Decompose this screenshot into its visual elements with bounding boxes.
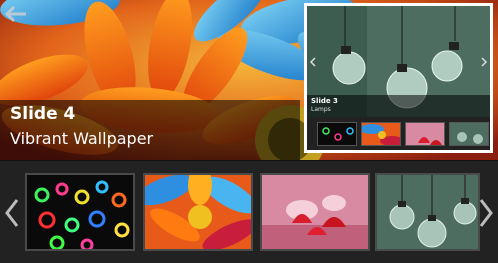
slide-caption: Slide 4 Vibrant Wallpaper: [0, 100, 300, 160]
thumbnail-neon-rings[interactable]: [25, 173, 135, 251]
inset-lamps-thumb-image: [457, 132, 483, 144]
thumbnail-colorful-flower[interactable]: [143, 173, 253, 251]
inset-thumb-neon[interactable]: [317, 122, 357, 146]
chevron-right-icon[interactable]: [476, 196, 496, 230]
neon-rings-image: [27, 175, 133, 249]
inset-title: Slide 3: [311, 97, 338, 105]
back-arrow-icon[interactable]: [4, 4, 30, 24]
colorful-flower-image: [145, 175, 251, 249]
chevron-left-icon[interactable]: [2, 196, 22, 230]
thumbnail-strawberry-splash[interactable]: [260, 173, 370, 251]
lamps-image: [377, 175, 478, 249]
strawberry-splash-image: [262, 175, 368, 249]
inset-subtitle: Lamps: [311, 106, 331, 113]
thumbnail-lamps[interactable]: [375, 173, 480, 251]
inset-neon-image: [322, 127, 354, 141]
inset-strawberry-image: [418, 137, 442, 145]
inset-flower-image: [362, 124, 400, 145]
slide-subtitle: Vibrant Wallpaper: [10, 129, 154, 148]
inset-preview: Slide 3 Lamps: [304, 3, 493, 153]
inset-thumb-lamps[interactable]: [449, 122, 489, 146]
inset-caption: Slide 3 Lamps: [307, 95, 490, 117]
inset-slide: Slide 3 Lamps: [307, 6, 490, 150]
thumbnail-strip: [0, 160, 498, 263]
slide-title: Slide 4: [10, 104, 76, 124]
inset-thumb-strawberry[interactable]: [405, 122, 445, 146]
slideshow: Slide 4 Vibrant Wallpaper Slide 3 Lamps: [0, 0, 498, 263]
inset-thumbnail-strip: [307, 117, 490, 150]
inset-thumb-flower[interactable]: [361, 122, 401, 146]
